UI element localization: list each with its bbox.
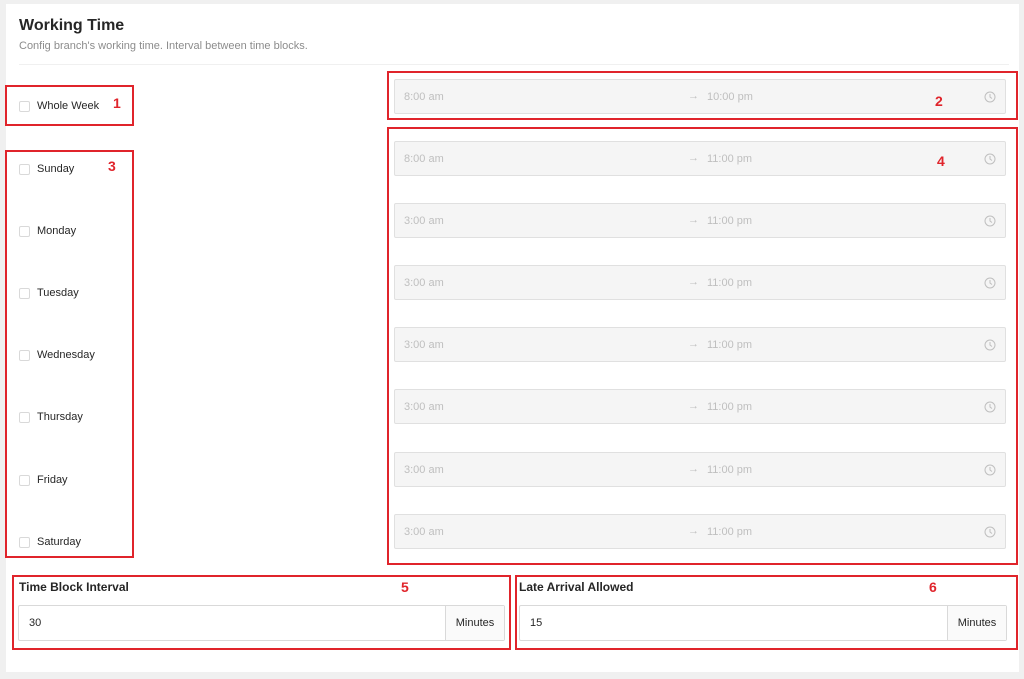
annotation-label-5: 5 <box>401 579 409 595</box>
header-divider <box>19 64 1009 65</box>
annotation-box-5 <box>12 575 511 650</box>
annotation-label-3: 3 <box>108 158 116 174</box>
annotation-box-6 <box>515 575 1018 650</box>
page-title: Working Time <box>19 17 125 34</box>
annotation-label-2: 2 <box>935 93 943 109</box>
annotation-box-3 <box>5 150 134 558</box>
annotation-label-1: 1 <box>113 95 121 111</box>
page-subtitle: Config branch's working time. Interval b… <box>19 40 308 52</box>
annotation-box-4 <box>387 127 1018 565</box>
annotation-box-2 <box>387 71 1018 120</box>
annotation-label-4: 4 <box>937 153 945 169</box>
annotation-label-6: 6 <box>929 579 937 595</box>
